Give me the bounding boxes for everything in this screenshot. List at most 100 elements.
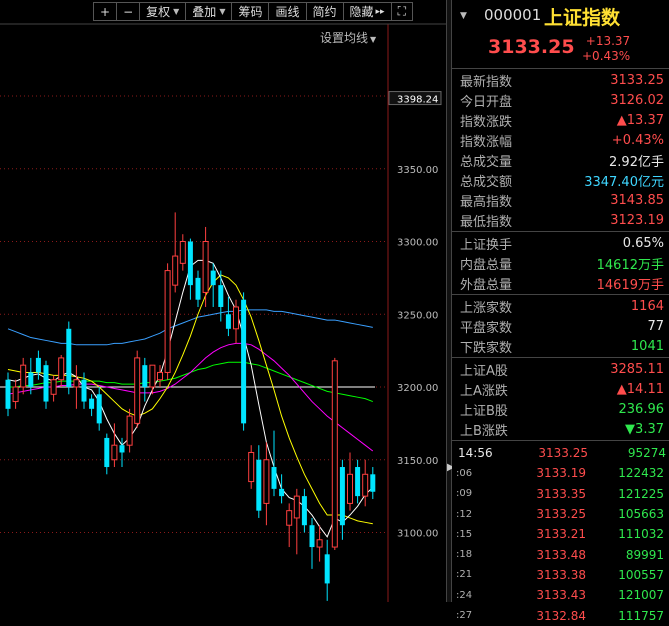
candle-body-down bbox=[370, 474, 376, 492]
trade-volume: 105663 bbox=[618, 507, 664, 522]
stat-value: 14612 bbox=[596, 257, 638, 273]
candle-body-down bbox=[241, 299, 247, 424]
trade-time: :12 bbox=[456, 508, 473, 520]
trade-price: 3133.25 bbox=[536, 507, 586, 522]
stat-label: 上B涨跌 bbox=[460, 423, 508, 439]
candle-body-up bbox=[111, 444, 118, 461]
trade-time: :24 bbox=[456, 589, 473, 601]
fullscreen-button[interactable]: ⛶ bbox=[390, 2, 413, 21]
stat-row: 外盘总量 14619万手 bbox=[452, 273, 669, 293]
stat-value-wrap: 3133.25 bbox=[610, 73, 664, 88]
stat-row: 最低指数 3123.19 bbox=[452, 210, 669, 230]
candle-body-up bbox=[126, 415, 133, 446]
stat-value-wrap: 3126.02 bbox=[610, 93, 664, 108]
stat-value-wrap: 3347.40亿元 bbox=[584, 171, 664, 190]
candle-body-up bbox=[293, 495, 300, 519]
draw-line-button[interactable]: 画线 bbox=[268, 2, 306, 21]
candle-body-up bbox=[202, 241, 209, 293]
stat-value: 0.65% bbox=[622, 235, 664, 251]
stat-label: 上证换手 bbox=[460, 237, 513, 253]
trade-row: :24 3133.43 121007 bbox=[452, 585, 669, 605]
trade-list[interactable]: 14:56 3133.25 95274:06 3133.19 122432:09 3133… bbox=[452, 441, 669, 626]
candle-body-up bbox=[73, 379, 80, 388]
stat-label: 外盘总量 bbox=[460, 277, 513, 293]
stat-unit: 万手 bbox=[637, 257, 664, 273]
stat-row: 平盘家数 77 bbox=[452, 316, 669, 336]
caret-down-icon: ▼ bbox=[173, 7, 180, 16]
trade-volume: 121007 bbox=[618, 588, 664, 603]
stat-row: 总成交量 2.92亿手 bbox=[452, 150, 669, 170]
simple-mode-button[interactable]: 简约 bbox=[305, 2, 343, 21]
current-price: 3133.25 bbox=[488, 36, 575, 58]
stock-name: 上证指数 bbox=[544, 7, 621, 29]
stat-value: 1041 bbox=[630, 338, 664, 354]
stat-row: 下跌家数 1041 bbox=[452, 336, 669, 356]
stat-value-wrap: ▲14.11 bbox=[617, 382, 664, 397]
candle-body-up bbox=[233, 306, 239, 330]
trade-volume: 100557 bbox=[618, 567, 664, 582]
ma10-line bbox=[7, 274, 373, 525]
stat-row: 总成交额 3347.40亿元 bbox=[452, 170, 669, 190]
trade-row: :27 3132.84 111757 bbox=[452, 605, 669, 625]
stat-row: 上B涨跌 ▼3.37 bbox=[452, 419, 669, 439]
quote-header: ▼ 000001 上证指数 bbox=[452, 0, 669, 32]
candle-body-up bbox=[286, 510, 293, 526]
trade-volume: 111032 bbox=[618, 527, 664, 542]
double-arrow-right-icon: ▸▸ bbox=[375, 6, 385, 17]
stat-value-wrap: 1164 bbox=[631, 299, 664, 314]
candle-body-down bbox=[301, 496, 307, 526]
stat-value: ▼3.37 bbox=[625, 421, 664, 437]
trade-time: :15 bbox=[456, 528, 473, 540]
candle-body-down bbox=[324, 554, 330, 584]
y-tick-label: 3150.00 bbox=[397, 456, 438, 467]
adjust-button[interactable]: 复权 ▼ bbox=[139, 2, 186, 21]
stats-group-main: 最新指数 3133.25 今日开盘 3126.02 指数涨跌 ▲13.37 指数涨幅 +0.4… bbox=[452, 69, 669, 232]
stat-row: 上涨家数 1164 bbox=[452, 296, 669, 316]
kline-chart-area[interactable]: 3400.003350.003300.003250.003200.003150.… bbox=[0, 0, 446, 602]
hide-label: 隐藏 bbox=[349, 5, 374, 19]
stat-row: 最新指数 3133.25 bbox=[452, 70, 669, 90]
y-tick-label: 3300.00 bbox=[397, 238, 438, 249]
stat-label: 上证A股 bbox=[460, 363, 508, 379]
candle-body-up bbox=[248, 451, 255, 483]
zoom-out-button[interactable]: − bbox=[116, 2, 140, 21]
chips-button[interactable]: 筹码 bbox=[231, 2, 269, 21]
candle-body-down bbox=[104, 437, 110, 468]
zoom-in-button[interactable]: + bbox=[93, 2, 117, 21]
stat-label: 上涨家数 bbox=[460, 300, 513, 316]
candle-body-down bbox=[225, 314, 231, 329]
stat-row: 最高指数 3143.85 bbox=[452, 190, 669, 210]
kline-chart[interactable]: 3400.003350.003300.003250.003200.003150.… bbox=[0, 0, 446, 602]
candle-body-up bbox=[12, 386, 19, 403]
caret-down-icon[interactable]: ▼ bbox=[460, 11, 467, 21]
trade-time: :09 bbox=[456, 488, 473, 500]
stat-value: 3143.85 bbox=[610, 192, 664, 208]
trade-row: :09 3133.35 121225 bbox=[452, 484, 669, 504]
stat-value: 3285.11 bbox=[610, 361, 664, 377]
y-tick-label: 3350.00 bbox=[397, 165, 438, 176]
stat-value-wrap: 3123.19 bbox=[610, 213, 664, 228]
overlay-button[interactable]: 叠加 ▼ bbox=[185, 2, 232, 21]
stat-row: 内盘总量 14612万手 bbox=[452, 253, 669, 273]
y-tick-label: 3200.00 bbox=[397, 383, 438, 394]
stat-label: 指数涨幅 bbox=[460, 134, 513, 150]
hide-button[interactable]: 隐藏 ▸▸ bbox=[342, 2, 391, 21]
price-row: 3133.25 +13.37 +0.43% bbox=[452, 32, 669, 69]
stat-label: 今日开盘 bbox=[460, 94, 513, 110]
stat-row: 上证B股 236.96 bbox=[452, 399, 669, 419]
candle-body-up bbox=[58, 357, 65, 381]
ma5-line bbox=[7, 259, 374, 538]
stat-value-wrap: 14612万手 bbox=[597, 254, 664, 273]
ma-setting-dropdown[interactable]: 设置均线 ▼ bbox=[320, 29, 376, 46]
trade-price: 3133.25 bbox=[538, 446, 588, 461]
change-percent: +0.43% bbox=[582, 49, 631, 63]
stat-value-wrap: ▲13.37 bbox=[617, 113, 664, 128]
candle-body-down bbox=[81, 379, 87, 402]
stat-value: 14619 bbox=[596, 277, 638, 293]
candle-body-down bbox=[309, 525, 315, 548]
candle-body-down bbox=[271, 467, 277, 489]
stat-value-wrap: 236.96 bbox=[619, 402, 665, 417]
stat-unit: 万手 bbox=[637, 277, 664, 293]
candle-body-up bbox=[157, 371, 163, 381]
trade-time: 14:56 bbox=[458, 446, 493, 461]
